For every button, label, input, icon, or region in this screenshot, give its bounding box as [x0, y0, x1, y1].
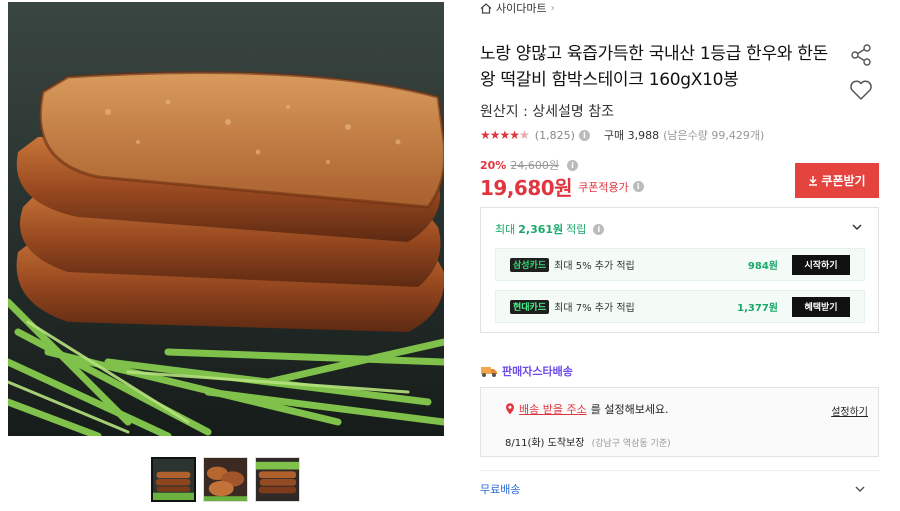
- arrival-info: 8/11(화) 도착보장 (강남구 역삼동 기준): [505, 434, 671, 449]
- info-icon[interactable]: i: [632, 181, 644, 192]
- points-amount: 2,361원: [518, 223, 564, 236]
- shop-name: 사이다마트: [496, 2, 547, 15]
- card-brand-badge: 삼성카드: [510, 257, 550, 272]
- price-row: 19,680원 쿠폰적용가 i: [480, 172, 644, 201]
- info-icon[interactable]: i: [593, 223, 605, 235]
- coupon-price-note: 쿠폰적용가 i: [578, 179, 644, 195]
- card-benefit-amount: 1,377원: [737, 303, 778, 314]
- points-prefix: 최대: [495, 223, 516, 236]
- card-benefit-button[interactable]: 혜택받기: [792, 296, 850, 317]
- coupon-button-label: 쿠폰받기: [821, 174, 866, 188]
- share-icon[interactable]: [850, 44, 872, 66]
- points-suffix: 적립: [566, 223, 587, 236]
- info-icon[interactable]: i: [566, 159, 578, 171]
- download-icon: [809, 176, 818, 186]
- set-address-link[interactable]: 설정하기: [831, 403, 868, 418]
- free-shipping-label: 무료배송: [480, 482, 521, 496]
- info-icon[interactable]: i: [578, 129, 590, 141]
- chevron-right-icon: ›: [550, 2, 555, 14]
- star-rating[interactable]: ★★★★★: [480, 128, 530, 142]
- address-link[interactable]: 배송 받을 주소: [519, 401, 587, 417]
- thumbnail-1[interactable]: [151, 457, 196, 502]
- product-title: 노랑 양많고 육즙가득한 국내산 1등급 한우와 한돈 왕 떡갈비 함박스테이크…: [480, 44, 828, 90]
- chevron-down-icon: [855, 485, 865, 492]
- thumbnail-3[interactable]: [255, 457, 300, 502]
- original-price: 24,600원: [510, 159, 559, 172]
- product-photo-patties: [8, 2, 444, 436]
- card-benefit-row: 삼성카드 최대 5% 추가 적립 984원 시작하기: [495, 248, 865, 281]
- arrival-date: 8/11(화) 도착보장: [505, 438, 585, 449]
- free-shipping-row[interactable]: 무료배송: [480, 470, 879, 506]
- remaining-stock: (남은수량 99,429개): [663, 129, 765, 142]
- card-brand-badge: 현대카드: [510, 299, 550, 314]
- card-benefit-amount: 984원: [747, 261, 778, 272]
- thumbnail-strip: [151, 457, 300, 502]
- main-product-image[interactable]: [8, 2, 444, 436]
- heart-icon[interactable]: [849, 79, 873, 101]
- card-benefit-desc: 최대 5% 추가 적립: [554, 261, 635, 272]
- purchase-count: 구매 3,988: [603, 129, 660, 142]
- rating-row: ★★★★★ (1,825) i 구매 3,988 (남은수량 99,429개): [480, 127, 764, 143]
- delivery-brand: 판매자스타배송: [480, 363, 573, 379]
- home-icon: [480, 2, 492, 14]
- points-header[interactable]: 최대 2,361원 적립 i: [495, 221, 605, 237]
- arrival-location: (강남구 역삼동 기준): [591, 439, 671, 449]
- sale-price: 19,680원: [480, 176, 573, 200]
- chevron-down-icon[interactable]: [850, 220, 864, 234]
- truck-icon: [481, 367, 497, 377]
- coupon-download-button[interactable]: 쿠폰받기: [795, 163, 879, 198]
- address-suffix: 를 설정해보세요.: [590, 403, 669, 416]
- discount-row: 20% 24,600원 i: [480, 157, 578, 173]
- delivery-brand-label: 판매자스타배송: [502, 365, 573, 378]
- origin-label: 원산지 : 상세설명 참조: [480, 104, 614, 120]
- discount-rate: 20%: [480, 158, 507, 172]
- card-benefit-button[interactable]: 시작하기: [792, 254, 850, 275]
- shop-link[interactable]: 사이다마트 ›: [480, 0, 555, 16]
- location-pin-icon: [506, 403, 514, 415]
- card-benefit-row: 현대카드 최대 7% 추가 적립 1,377원 혜택받기: [495, 290, 865, 323]
- thumbnail-2[interactable]: [203, 457, 248, 502]
- address-prompt: 배송 받을 주소 를 설정해보세요.: [505, 401, 669, 417]
- card-benefit-desc: 최대 7% 추가 적립: [554, 303, 635, 314]
- coupon-note-label: 쿠폰적용가: [578, 180, 629, 194]
- review-count[interactable]: (1,825): [535, 129, 575, 142]
- address-box: 배송 받을 주소 를 설정해보세요. 설정하기 8/11(화) 도착보장 (강남…: [480, 387, 879, 457]
- points-box: 최대 2,361원 적립 i 삼성카드 최대 5% 추가 적립 984원 시작하…: [480, 207, 879, 333]
